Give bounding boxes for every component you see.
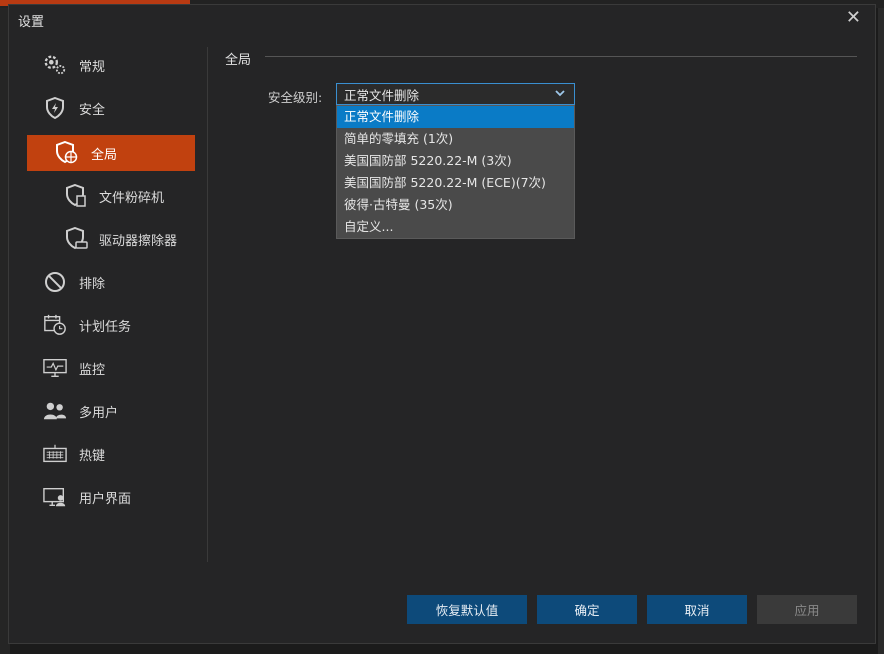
shield-globe-icon (55, 141, 79, 165)
sidebar-item-label: 计划任务 (79, 319, 132, 335)
sidebar-item-monitoring[interactable]: 监控 (27, 350, 195, 386)
prohibited-icon (43, 270, 67, 294)
sidebar-item-hotkeys[interactable]: 热键 (27, 436, 195, 472)
security-level-select[interactable]: 正常文件删除 (336, 83, 575, 105)
chevron-down-icon (554, 87, 566, 102)
sidebar-item-label: 安全 (79, 102, 106, 118)
ok-button[interactable]: 确定 (537, 595, 637, 624)
dropdown-option[interactable]: 彼得·古特曼 (35次) (337, 194, 574, 216)
dropdown-option[interactable]: 美国国防部 5220.22-M (ECE)(7次) (337, 172, 574, 194)
security-level-value: 正常文件删除 (344, 87, 420, 103)
restore-defaults-button[interactable]: 恢复默认值 (407, 595, 527, 624)
cancel-button[interactable]: 取消 (647, 595, 747, 624)
shield-file-icon (65, 184, 89, 208)
security-level-dropdown: 正常文件删除 简单的零填充 (1次) 美国国防部 5220.22-M (3次) … (336, 105, 575, 239)
monitor-icon (43, 356, 67, 380)
sidebar-item-label: 全局 (91, 147, 118, 163)
dialog-title: 设置 (18, 15, 45, 30)
calendar-clock-icon (43, 313, 67, 337)
gear-icon (43, 53, 67, 77)
sidebar-item-label: 常规 (79, 59, 106, 75)
sidebar-item-label: 驱动器擦除器 (99, 233, 178, 249)
sidebar-item-security[interactable]: 安全 (27, 90, 195, 126)
sidebar-item-label: 文件粉碎机 (99, 190, 165, 206)
sidebar-divider (207, 47, 208, 562)
dropdown-option[interactable]: 自定义... (337, 216, 574, 238)
sidebar-item-exclusions[interactable]: 排除 (27, 264, 195, 300)
background-app-right (878, 8, 884, 654)
close-icon[interactable]: ✕ (846, 7, 861, 28)
sidebar-item-label: 监控 (79, 362, 106, 378)
dropdown-option[interactable]: 正常文件删除 (337, 106, 574, 128)
section-title: 全局 (225, 53, 252, 68)
sidebar-item-global[interactable]: 全局 (27, 135, 195, 171)
section-divider (265, 56, 857, 57)
sidebar-item-general[interactable]: 常规 (27, 47, 195, 83)
dropdown-option[interactable]: 美国国防部 5220.22-M (3次) (337, 150, 574, 172)
sidebar-item-multi-user[interactable]: 多用户 (27, 393, 195, 429)
dropdown-option[interactable]: 简单的零填充 (1次) (337, 128, 574, 150)
shield-icon (43, 96, 67, 120)
sidebar-item-label: 多用户 (79, 405, 119, 421)
sidebar-item-scheduled-tasks[interactable]: 计划任务 (27, 307, 195, 343)
security-level-label: 安全级别: (268, 90, 323, 105)
sidebar-item-user-interface[interactable]: 用户界面 (27, 479, 195, 515)
settings-dialog: 设置 ✕ 常规 安全 全局 文件粉碎机 驱动器擦除器 排除 计划任务 监控 多用… (8, 4, 876, 644)
sidebar-item-label: 热键 (79, 448, 106, 464)
apply-button[interactable]: 应用 (757, 595, 857, 624)
user-screen-icon (43, 485, 67, 509)
shield-drive-icon (65, 227, 89, 251)
sidebar-item-drive-wiper[interactable]: 驱动器擦除器 (27, 221, 195, 257)
users-icon (43, 399, 67, 423)
keyboard-icon (43, 442, 67, 466)
sidebar-item-label: 用户界面 (79, 491, 132, 507)
sidebar-item-label: 排除 (79, 276, 106, 292)
sidebar-item-file-shredder[interactable]: 文件粉碎机 (27, 178, 195, 214)
